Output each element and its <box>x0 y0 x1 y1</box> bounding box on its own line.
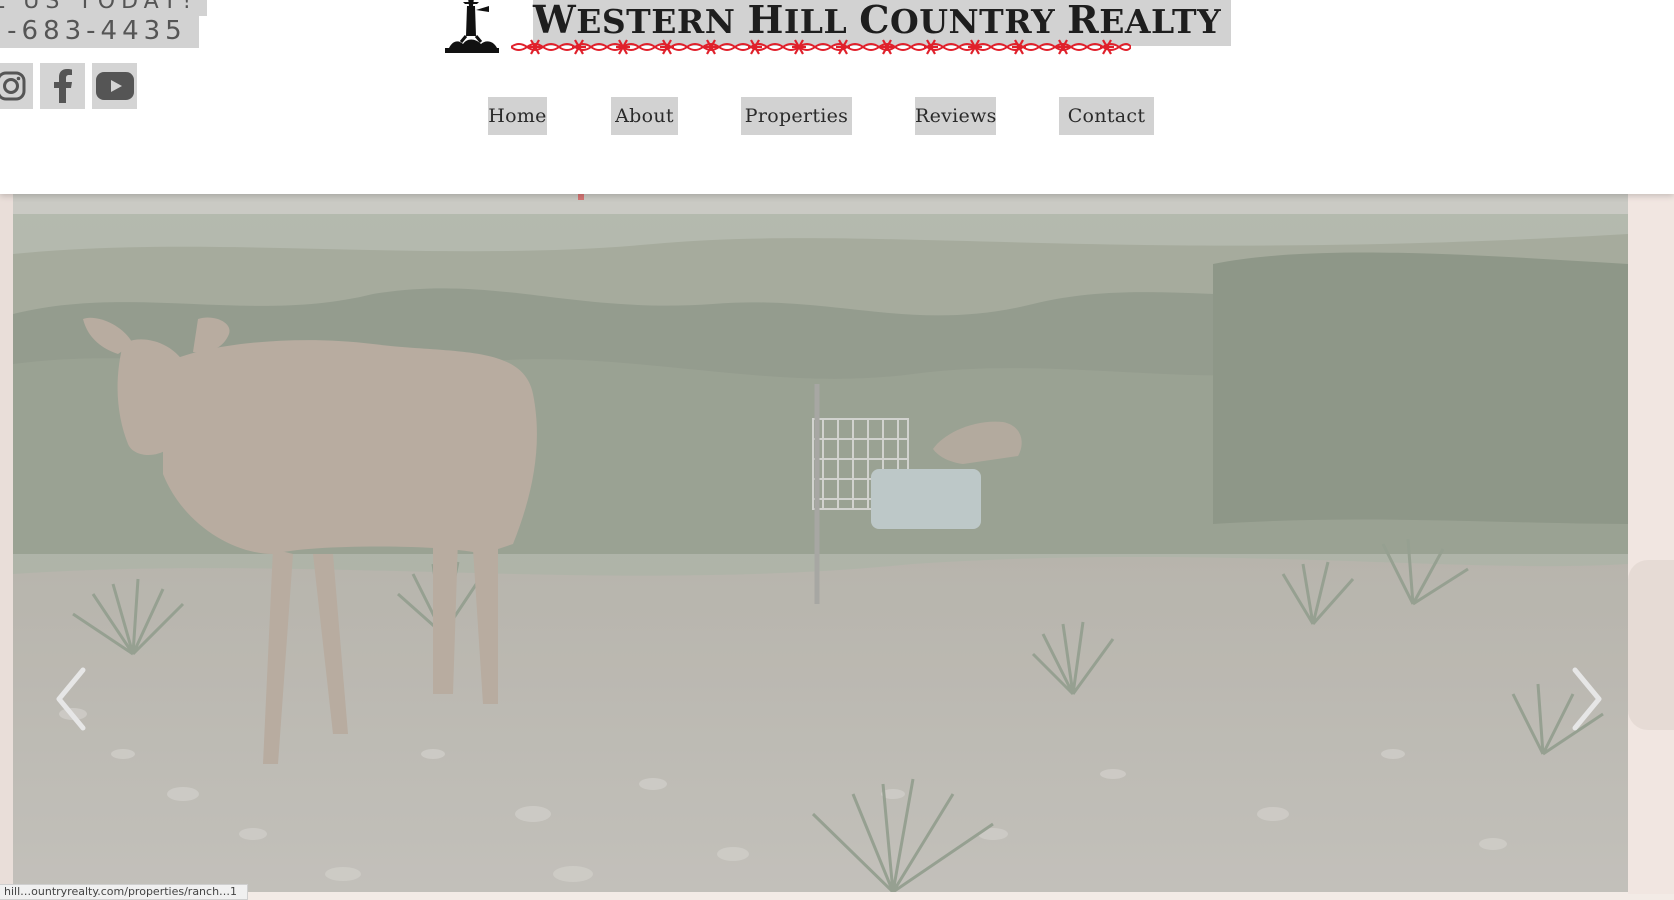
site-logo[interactable]: WESTERN HILL COUNTRY REALTY <box>443 0 1232 62</box>
hero-slideshow[interactable] <box>13 194 1628 892</box>
youtube-icon <box>95 72 134 100</box>
chevron-left-icon <box>56 667 86 731</box>
nav-reviews[interactable]: Reviews <box>915 97 996 135</box>
chevron-right-icon <box>1572 667 1602 731</box>
background-decoration <box>1628 560 1674 730</box>
main-nav: Home About Properties Reviews Contact <box>0 97 1674 135</box>
left-margin <box>0 194 13 894</box>
nav-about[interactable]: About <box>611 97 678 135</box>
barbwire-divider <box>511 39 1131 55</box>
phone-number[interactable]: )-683-4435 <box>0 14 199 48</box>
windmill-logo-icon <box>445 0 499 53</box>
right-margin <box>1628 194 1674 894</box>
slider-next-button[interactable] <box>1563 664 1609 734</box>
site-header: L US TODAY! )-683-4435 WESTERN HILL COUN… <box>0 0 1674 194</box>
slider-prev-button[interactable] <box>49 664 95 734</box>
nav-contact[interactable]: Contact <box>1059 97 1154 135</box>
nav-properties[interactable]: Properties <box>741 97 852 135</box>
hero-photo <box>13 194 1628 892</box>
status-bar-url: hill…ountryrealty.com/properties/ranch…1 <box>0 884 249 900</box>
nav-home[interactable]: Home <box>488 97 547 135</box>
